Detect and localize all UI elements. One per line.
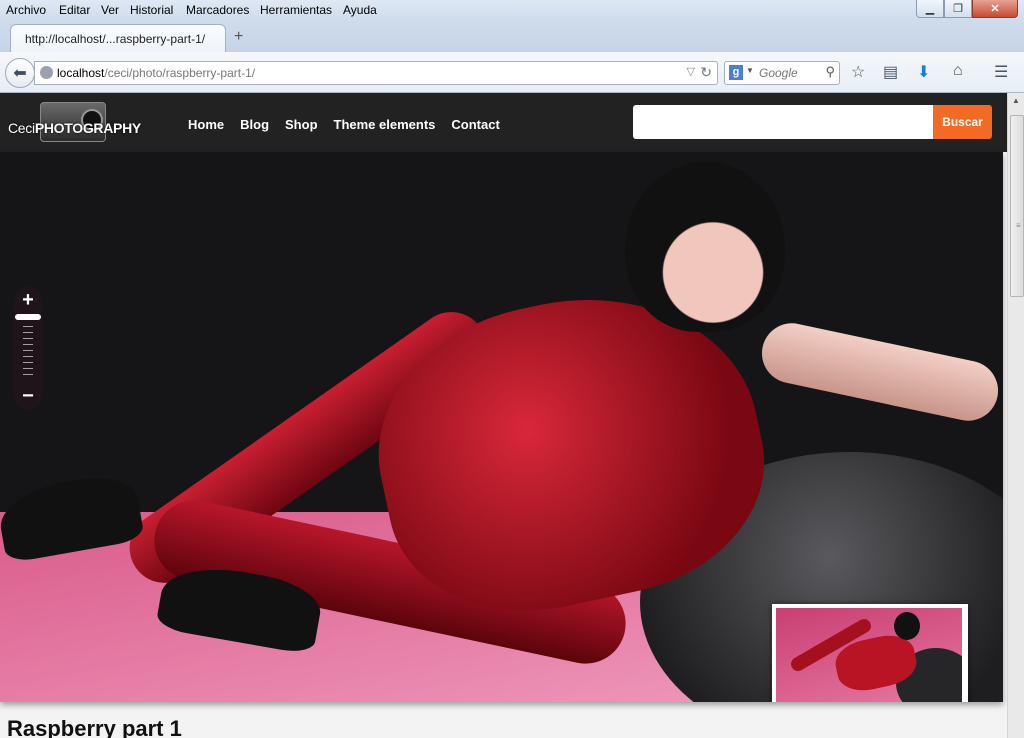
menu-ayuda[interactable]: Ayuda — [343, 3, 377, 17]
zoom-slider-track[interactable] — [23, 326, 33, 378]
post-title: Raspberry part 1 — [7, 716, 182, 738]
bookmark-star-icon[interactable]: ☆ — [851, 62, 865, 82]
menu-ver[interactable]: Ver — [101, 3, 119, 17]
tab-strip: http://localhost/...raspberry-part-1/ + — [0, 20, 1024, 53]
browser-tab[interactable]: http://localhost/...raspberry-part-1/ — [10, 24, 226, 53]
menu-editar[interactable]: Editar — [59, 3, 90, 17]
download-icon[interactable]: ⬇ — [917, 62, 930, 82]
site-logo[interactable]: CeciPHOTOGRAPHY — [8, 102, 141, 142]
zoom-control: + − — [14, 286, 42, 410]
restore-icon[interactable]: ❐ — [944, 0, 972, 18]
new-tab-button[interactable]: + — [234, 28, 243, 46]
url-path: /ceci/photo/raspberry-part-1/ — [104, 66, 256, 80]
scroll-up-arrow-icon[interactable]: ▲ — [1012, 96, 1020, 105]
nav-blog[interactable]: Blog — [240, 117, 269, 132]
thumbnail-image — [776, 608, 962, 702]
main-nav: Home Blog Shop Theme elements Contact — [188, 117, 516, 132]
engine-dropdown-icon[interactable]: ▼ — [746, 66, 754, 75]
menu-marcadores[interactable]: Marcadores — [186, 3, 249, 17]
site-search-input[interactable] — [633, 105, 933, 139]
search-icon[interactable]: ⚲ — [825, 64, 835, 80]
nav-contact[interactable]: Contact — [451, 117, 499, 132]
home-icon[interactable]: ⌂ — [953, 62, 963, 80]
browser-search-box[interactable]: g ▼ Google ⚲ — [724, 61, 840, 85]
tab-title: http://localhost/...raspberry-part-1/ — [25, 32, 206, 46]
browser-search-placeholder: Google — [759, 66, 798, 80]
page-viewport: CeciPHOTOGRAPHY Home Blog Shop Theme ele… — [0, 93, 1007, 738]
logo-main: PHOTOGRAPHY — [34, 120, 141, 136]
minimize-icon[interactable]: ▁ — [916, 0, 944, 18]
photo-navigator-thumbnail[interactable] — [772, 604, 968, 702]
zoom-slider-handle[interactable] — [15, 314, 41, 320]
url-host: localhost — [57, 66, 105, 80]
site-identity-icon[interactable] — [40, 66, 53, 79]
window-controls: ▁ ❐ ✕ — [916, 0, 1018, 18]
zoom-in-button[interactable]: + — [14, 287, 42, 313]
logo-prefix: Ceci — [8, 120, 35, 136]
back-button[interactable]: ⬅ — [5, 58, 35, 88]
scrollbar-thumb[interactable]: ≡ — [1010, 115, 1024, 297]
vertical-scrollbar[interactable]: ▲ ≡ — [1007, 93, 1024, 738]
nav-home[interactable]: Home — [188, 117, 224, 132]
menu-archivo[interactable]: Archivo — [6, 3, 46, 17]
gallery-photo[interactable]: + − — [0, 152, 1003, 702]
site-search-button[interactable]: Buscar — [933, 105, 992, 139]
menu-historial[interactable]: Historial — [130, 3, 173, 17]
history-dropdown-icon[interactable]: ▽ — [687, 65, 695, 78]
google-engine-icon[interactable]: g — [729, 65, 743, 80]
menu-icon[interactable]: ☰ — [994, 62, 1008, 82]
reading-list-icon[interactable]: ▤ — [883, 62, 898, 82]
address-bar[interactable]: localhost/ceci/photo/raspberry-part-1/ ▽… — [34, 61, 718, 85]
close-icon[interactable]: ✕ — [972, 0, 1018, 18]
nav-theme-elements[interactable]: Theme elements — [334, 117, 436, 132]
navigation-toolbar: ⬅ localhost/ceci/photo/raspberry-part-1/… — [0, 52, 1024, 93]
menu-herramientas[interactable]: Herramientas — [260, 3, 332, 17]
reload-icon[interactable]: ↻ — [700, 64, 712, 81]
site-header: CeciPHOTOGRAPHY Home Blog Shop Theme ele… — [0, 93, 1007, 152]
back-arrow-icon: ⬅ — [13, 65, 27, 82]
nav-shop[interactable]: Shop — [285, 117, 318, 132]
zoom-out-button[interactable]: − — [14, 384, 42, 408]
menu-bar: Archivo Editar Ver Historial Marcadores … — [0, 0, 1024, 20]
